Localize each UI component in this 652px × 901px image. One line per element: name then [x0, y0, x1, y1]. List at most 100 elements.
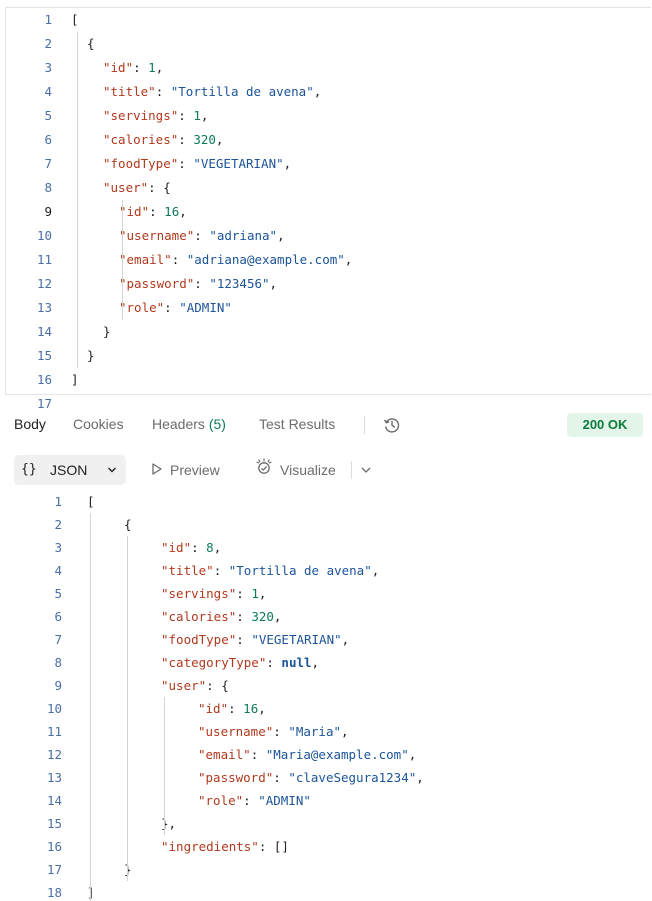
code-line: 7 "foodType": "VEGETARIAN",	[0, 628, 652, 652]
code-line: 4 "title": "Tortilla de avena",	[6, 80, 651, 104]
code-text: "id": 16,	[119, 200, 187, 224]
history-icon[interactable]	[382, 415, 402, 435]
line-number: 4	[44, 84, 52, 99]
code-token: ,	[258, 701, 266, 716]
code-token: 1	[251, 586, 259, 601]
code-text: "categoryType": null,	[161, 651, 319, 675]
code-token: }	[103, 324, 111, 339]
code-token: "foodType"	[103, 156, 179, 171]
code-token: 1	[148, 60, 156, 75]
code-token: ,	[311, 655, 320, 670]
code-token: : {	[206, 678, 229, 693]
code-line: 15}	[6, 344, 651, 368]
line-number: 2	[44, 36, 52, 51]
code-token: ,	[213, 540, 222, 555]
code-token: ,	[341, 724, 349, 739]
visualize-button[interactable]: Visualize	[255, 455, 336, 485]
code-text: "username": "adriana",	[119, 224, 285, 248]
code-token: :	[194, 276, 210, 291]
line-number: 11	[36, 252, 52, 267]
line-number: 3	[54, 540, 62, 555]
request-body-editor[interactable]: 1[2{3 "id": 1, 4 "title": "Tortilla de aven…	[5, 7, 651, 411]
code-token: :	[178, 132, 194, 147]
code-token: "id"	[161, 540, 192, 555]
code-line: 1[	[6, 8, 651, 32]
code-text: "username": "Maria",	[198, 720, 349, 744]
visualize-options-chevron-icon[interactable]	[358, 455, 374, 485]
chevron-down-icon	[106, 455, 118, 495]
indent-guide	[90, 513, 91, 901]
code-token: ,	[200, 108, 209, 123]
code-token: ,	[344, 252, 353, 267]
line-number: 9	[54, 678, 62, 693]
code-token: [	[87, 494, 95, 509]
line-number: 8	[44, 180, 52, 195]
format-select[interactable]: {} JSON	[14, 455, 126, 485]
code-token: :	[273, 724, 289, 739]
code-text: "id": 16,	[198, 697, 266, 721]
code-token: "role"	[119, 300, 165, 315]
format-braces: {}	[21, 462, 37, 477]
code-token: ,	[277, 228, 285, 243]
code-token: ,	[283, 156, 292, 171]
code-token: "categoryType"	[161, 655, 267, 670]
code-token: :	[273, 770, 289, 785]
code-text: ]	[71, 368, 79, 392]
code-line: 8 "categoryType": null,	[0, 651, 652, 675]
line-number: 7	[44, 156, 52, 171]
code-token: 1	[193, 108, 201, 123]
code-token: ,	[416, 770, 424, 785]
code-text: "role": "ADMIN"	[119, 296, 232, 320]
line-number: 14	[36, 324, 52, 339]
code-token: ,	[215, 132, 224, 147]
tab-headers-label: Headers	[152, 416, 205, 432]
code-token: "user"	[103, 180, 149, 195]
line-number: 16	[36, 372, 52, 387]
code-line: 12 "password": "123456",	[6, 272, 651, 296]
code-text: }	[103, 320, 111, 344]
code-token: "password"	[119, 276, 195, 291]
code-line: 2{	[0, 513, 652, 537]
code-token: "ADMIN"	[179, 300, 232, 315]
code-line: 8 "user": {	[6, 176, 651, 200]
line-number: 6	[54, 609, 62, 624]
line-number: 6	[44, 132, 52, 147]
code-token: null	[281, 655, 312, 670]
preview-button[interactable]: Preview	[151, 455, 220, 485]
indent-guide	[77, 32, 78, 368]
code-token: "ingredients"	[161, 839, 259, 854]
code-line: 3 "id": 8,	[0, 536, 652, 560]
code-token: "servings"	[161, 586, 237, 601]
line-number: 13	[36, 300, 52, 315]
tab-body[interactable]: Body	[14, 416, 46, 432]
code-line: 9 "user": {	[0, 674, 652, 698]
code-token: "servings"	[103, 108, 179, 123]
code-token: "claveSegura1234"	[288, 770, 417, 785]
code-token: ,	[273, 609, 282, 624]
line-number: 15	[36, 348, 52, 363]
code-text: {	[87, 32, 95, 56]
code-line: 13 "role": "ADMIN"	[6, 296, 651, 320]
tab-test-results[interactable]: Test Results	[259, 416, 335, 432]
code-token: "role"	[198, 793, 244, 808]
code-text: "servings": 1,	[161, 582, 266, 606]
code-token: :	[243, 793, 259, 808]
line-number: 1	[44, 12, 52, 27]
code-token: "Tortilla de avena"	[228, 563, 372, 578]
code-token: {	[124, 517, 132, 532]
code-line: 12 "email": "Maria@example.com",	[0, 743, 652, 767]
code-token: "user"	[161, 678, 207, 693]
tab-cookies[interactable]: Cookies	[73, 416, 124, 432]
code-token: 320	[251, 609, 274, 624]
code-text: "user": {	[103, 176, 171, 200]
response-body-viewer[interactable]: 1[2{3 "id": 8, 4 "title": "Tortilla de aven…	[0, 490, 652, 901]
code-text: "foodType": "VEGETARIAN",	[103, 152, 291, 176]
tab-headers[interactable]: Headers (5)	[152, 416, 226, 432]
code-line: 5 "servings": 1,	[0, 582, 652, 606]
code-token: 16	[243, 701, 259, 716]
code-token: ]	[71, 372, 79, 387]
line-number: 10	[46, 701, 62, 716]
code-token: : []	[258, 839, 289, 854]
code-token: :	[155, 84, 171, 99]
visualize-label: Visualize	[280, 462, 336, 478]
